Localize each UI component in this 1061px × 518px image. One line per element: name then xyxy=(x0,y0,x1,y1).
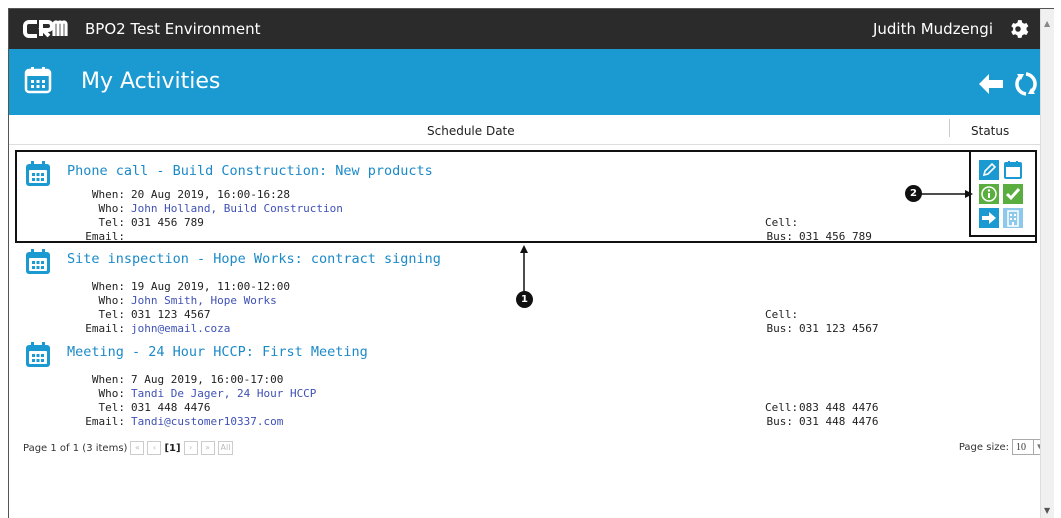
arrow-left-icon[interactable] xyxy=(977,72,1005,96)
cell-label: Cell: xyxy=(765,401,799,414)
info-icon[interactable] xyxy=(979,184,999,204)
pager: Page 1 of 1 (3 items) « ‹ [1] › » All xyxy=(23,441,234,455)
who-link[interactable]: John Smith, Hope Works xyxy=(125,294,277,307)
status-column-header[interactable]: Status xyxy=(971,124,1009,138)
current-page: [1] xyxy=(164,442,181,454)
tel-label: Tel: xyxy=(98,308,126,321)
email-label: Email: xyxy=(85,415,125,428)
refresh-icon[interactable] xyxy=(1013,70,1039,98)
callout-arrow xyxy=(921,190,973,198)
page-title: My Activities xyxy=(81,69,221,94)
cell-value: 083 448 4476 xyxy=(799,401,879,414)
email-link[interactable]: Tandi@customer10337.com xyxy=(125,415,283,428)
bus-value: 031 448 4476 xyxy=(799,415,879,428)
who-link[interactable]: Tandi De Jager, 24 Hour HCCP xyxy=(125,387,316,400)
when-value: 7 Aug 2019, 16:00-17:00 xyxy=(131,373,284,386)
tel-label: Tel: xyxy=(98,401,126,414)
activity-title[interactable]: Site inspection - Hope Works: contract s… xyxy=(67,251,441,267)
grid-header: Schedule Date Status xyxy=(9,115,1045,145)
building-icon[interactable] xyxy=(1003,208,1023,228)
bus-label: Bus: xyxy=(766,415,794,428)
environment-title: BPO2 Test Environment xyxy=(85,20,261,38)
calendar-icon[interactable] xyxy=(1003,160,1023,180)
pencil-icon[interactable] xyxy=(979,160,999,180)
next-page-button[interactable]: › xyxy=(183,441,198,455)
vertical-scrollbar[interactable]: ▲ ▼ xyxy=(1040,9,1054,518)
pager-summary: Page 1 of 1 (3 items) xyxy=(23,442,128,454)
email-link[interactable]: john@email.coza xyxy=(125,322,230,335)
schedule-date-column-header[interactable]: Schedule Date xyxy=(427,124,515,138)
arrow-right-icon[interactable] xyxy=(979,208,999,228)
status-actions xyxy=(969,150,1037,237)
activity-title[interactable]: Meeting - 24 Hour HCCP: First Meeting xyxy=(67,344,368,360)
callout-2: 2 xyxy=(905,185,922,202)
column-divider xyxy=(949,119,950,137)
app-window: BPO2 Test Environment Judith Mudzengi My… xyxy=(8,8,1054,518)
page-size-label: Page size: xyxy=(958,441,1009,453)
calendar-icon xyxy=(26,249,50,274)
last-page-button[interactable]: » xyxy=(200,441,215,455)
all-pages-button[interactable]: All xyxy=(217,441,234,455)
gear-icon[interactable] xyxy=(1007,18,1029,40)
who-label: Who: xyxy=(98,387,126,400)
check-icon[interactable] xyxy=(1003,184,1023,204)
cell-value xyxy=(793,308,799,321)
activity-row[interactable]: Meeting - 24 Hour HCCP: First Meeting Wh… xyxy=(17,342,1037,428)
crm-logo xyxy=(23,18,73,40)
highlight-box xyxy=(15,150,1037,243)
calendar-icon xyxy=(26,342,50,367)
page-size: Page size: 10 ▼ xyxy=(959,439,1046,455)
scroll-up-icon[interactable]: ▲ xyxy=(1044,19,1050,28)
tel-value: 031 448 4476 xyxy=(131,401,211,414)
email-label: Email: xyxy=(85,322,125,335)
prev-page-button[interactable]: ‹ xyxy=(147,441,162,455)
page-header: My Activities xyxy=(9,49,1045,115)
bus-value: 031 123 4567 xyxy=(799,322,879,335)
activity-row[interactable]: Site inspection - Hope Works: contract s… xyxy=(17,249,1037,335)
first-page-button[interactable]: « xyxy=(130,441,145,455)
when-label: When: xyxy=(91,373,125,386)
scroll-down-icon[interactable]: ▼ xyxy=(1044,506,1050,515)
tel-value: 031 123 4567 xyxy=(131,308,211,321)
cell-label: Cell: xyxy=(765,308,799,321)
bus-label: Bus: xyxy=(766,322,794,335)
when-value: 19 Aug 2019, 11:00-12:00 xyxy=(131,280,290,293)
who-label: Who: xyxy=(98,294,126,307)
calendar-icon xyxy=(24,67,52,94)
when-label: When: xyxy=(91,280,125,293)
top-bar: BPO2 Test Environment Judith Mudzengi xyxy=(9,9,1045,49)
user-name[interactable]: Judith Mudzengi xyxy=(873,20,993,38)
page-size-value: 10 xyxy=(1016,441,1026,453)
